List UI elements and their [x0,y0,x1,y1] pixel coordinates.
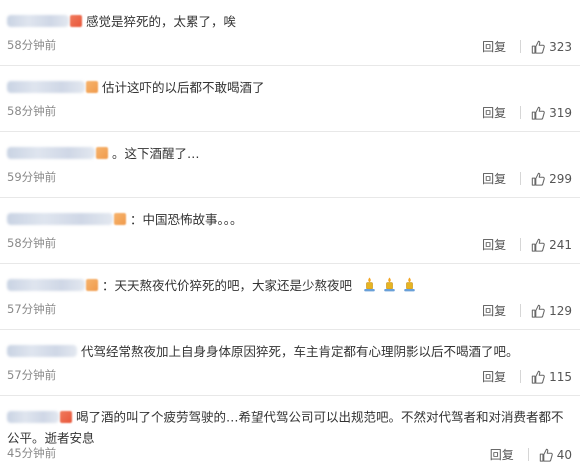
reply-button[interactable]: 回复 [490,446,514,463]
like-button[interactable]: 319 [531,106,572,120]
comment-text: 感觉是猝死的，太累了，唉 [86,14,237,29]
thumbs-up-icon [531,238,545,252]
reply-button[interactable]: 回复 [482,236,506,253]
reply-button[interactable]: 回复 [482,302,506,319]
comment-text: 。这下酒醒了… [112,146,200,161]
like-button[interactable]: 323 [531,40,572,54]
comment-item: 代驾经常熬夜加上自身身体原因猝死，车主肯定都有心理阴影以后不喝酒了吧。 57分钟… [0,330,580,396]
divider [520,304,522,317]
thumbs-up-icon [539,448,553,462]
divider [527,448,529,461]
user-badge-icon [60,410,72,423]
comment-body: 估计这吓的以后都不敢喝酒了 [7,77,572,97]
like-button[interactable]: 299 [531,172,572,186]
username-link[interactable] [7,410,72,424]
comment-item: 感觉是猝死的，太累了，唉 58分钟前 回复 323 [0,0,580,66]
comment-time: 57分钟前 [7,302,57,316]
comment-item: ：中国恐怖故事。。。 58分钟前 回复 241 [0,198,580,264]
like-button[interactable]: 40 [539,448,572,462]
divider [520,106,522,119]
candle-emoji-icon [384,277,395,292]
comment-time: 45分钟前 [7,446,57,460]
username-link[interactable] [7,344,77,358]
comment-actions: 回复 241 [482,236,572,253]
like-button[interactable]: 129 [531,304,572,318]
comment-body: ：中国恐怖故事。。。 [7,209,572,229]
divider [520,238,522,251]
like-count: 241 [549,237,572,252]
candle-emoji-icon [364,277,375,292]
like-count: 299 [549,171,572,186]
thumbs-up-icon [531,106,545,120]
like-count: 319 [549,105,572,120]
comment-body: ：天天熬夜代价猝死的吧，大家还是少熬夜吧 [7,275,572,295]
user-badge-icon [70,14,82,27]
divider [520,370,522,383]
comment-list: 感觉是猝死的，太累了，唉 58分钟前 回复 323 估计这吓的以后都不敢喝酒了 … [0,0,580,471]
like-count: 129 [549,303,572,318]
thumbs-up-icon [531,370,545,384]
comment-actions: 回复 129 [482,302,572,319]
username-link[interactable] [7,80,98,94]
comment-actions: 回复 299 [482,170,572,187]
comment-actions: 回复 319 [482,104,572,121]
comment-text: 喝了酒的叫了个疲劳驾驶的…希望代驾公司可以出规范吧。不然对代驾者和对消费者都不公… [7,409,564,446]
comment-item: 估计这吓的以后都不敢喝酒了 58分钟前 回复 319 [0,66,580,132]
comment-time: 58分钟前 [7,104,57,118]
reply-button[interactable]: 回复 [482,368,506,385]
comment-body: 。这下酒醒了… [7,143,572,163]
comment-body: 喝了酒的叫了个疲劳驾驶的…希望代驾公司可以出规范吧。不然对代驾者和对消费者都不公… [7,407,572,448]
comment-text: 估计这吓的以后都不敢喝酒了 [102,80,265,95]
user-badge-icon [114,212,126,225]
comment-body: 代驾经常熬夜加上自身身体原因猝死，车主肯定都有心理阴影以后不喝酒了吧。 [7,341,572,361]
reply-button[interactable]: 回复 [482,38,506,55]
username-link[interactable] [7,212,126,226]
like-count: 323 [549,39,572,54]
comment-text: ：中国恐怖故事。。。 [130,212,243,227]
like-button[interactable]: 241 [531,238,572,252]
user-badge-icon [96,146,108,159]
comment-item: ：天天熬夜代价猝死的吧，大家还是少熬夜吧 57分钟前 回复 129 [0,264,580,330]
thumbs-up-icon [531,172,545,186]
thumbs-up-icon [531,304,545,318]
divider [520,40,522,53]
divider [520,172,522,185]
user-badge-icon [86,278,98,291]
comment-actions: 回复 115 [482,368,572,385]
comment-time: 57分钟前 [7,368,57,382]
thumbs-up-icon [531,40,545,54]
comment-time: 59分钟前 [7,170,57,184]
candle-emoji-icon [404,277,415,292]
comment-time: 58分钟前 [7,38,57,52]
comment-actions: 回复 323 [482,38,572,55]
username-link[interactable] [7,146,108,160]
comment-body: 感觉是猝死的，太累了，唉 [7,11,572,31]
comment-text: 代驾经常熬夜加上自身身体原因猝死，车主肯定都有心理阴影以后不喝酒了吧。 [81,344,519,359]
user-badge-icon [86,80,98,93]
reply-button[interactable]: 回复 [482,104,506,121]
comment-text: ：天天熬夜代价猝死的吧，大家还是少熬夜吧 [102,278,353,293]
like-button[interactable]: 115 [531,370,572,384]
like-count: 115 [549,369,572,384]
comment-actions: 回复 40 [490,446,572,463]
comment-item: 。这下酒醒了… 59分钟前 回复 299 [0,132,580,198]
username-link[interactable] [7,278,98,292]
username-link[interactable] [7,14,82,28]
reply-button[interactable]: 回复 [482,170,506,187]
comment-item: 喝了酒的叫了个疲劳驾驶的…希望代驾公司可以出规范吧。不然对代驾者和对消费者都不公… [0,396,580,473]
like-count: 40 [556,447,572,462]
comment-time: 58分钟前 [7,236,57,250]
